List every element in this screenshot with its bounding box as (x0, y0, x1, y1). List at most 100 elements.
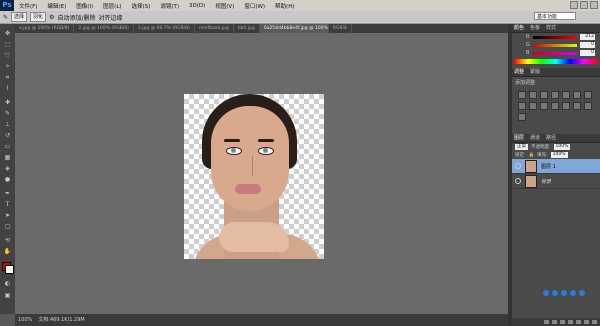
hue-saturation-icon[interactable] (573, 91, 581, 99)
gradient-map-icon[interactable] (584, 102, 592, 110)
visibility-eye-icon[interactable] (515, 163, 521, 169)
channel-mixer-icon[interactable] (540, 102, 548, 110)
exposure-icon[interactable] (551, 91, 559, 99)
layer-row-layer1[interactable]: 图层 1 (512, 159, 600, 174)
workspace-select[interactable]: 基本功能 (534, 12, 576, 20)
align-edges-checkbox[interactable]: 对齐边缘 (98, 13, 122, 22)
tab-document-2[interactable]: 2.jpg @ 100% (RGB/8) (74, 24, 134, 33)
menu-window[interactable]: 窗口(W) (239, 2, 270, 10)
healing-tool-icon[interactable]: ✚ (3, 99, 12, 106)
tab-channels[interactable]: 通道 (530, 134, 540, 142)
tab-document-7[interactable]: RGB/8 (329, 24, 352, 33)
slider-g-track[interactable] (533, 43, 577, 47)
visibility-eye-icon[interactable] (515, 178, 521, 184)
menu-help[interactable]: 帮助(H) (270, 2, 299, 10)
trash-icon[interactable] (592, 320, 597, 324)
eraser-tool-icon[interactable]: ▭ (3, 143, 12, 150)
gradient-tool-icon[interactable]: ▦ (3, 154, 12, 161)
stamp-tool-icon[interactable]: ⊥ (3, 121, 12, 128)
menu-filter[interactable]: 滤镜(T) (155, 2, 184, 10)
black-white-icon[interactable] (518, 102, 526, 110)
fill-field[interactable]: 100% (550, 152, 568, 158)
tab-swatches[interactable]: 色板 (530, 24, 540, 32)
menu-layer[interactable]: 图层(L) (98, 2, 126, 10)
menu-3d[interactable]: 3D(D) (184, 3, 210, 9)
levels-icon[interactable] (529, 91, 537, 99)
gear-icon[interactable]: ⚙ (49, 14, 54, 21)
adjustment-layer-icon[interactable] (568, 320, 573, 324)
opacity-field[interactable]: 100% (553, 144, 571, 150)
menu-file[interactable]: 文件(F) (14, 2, 42, 10)
path-select-tool-icon[interactable]: ➤ (3, 212, 12, 219)
color-balance-icon[interactable] (584, 91, 592, 99)
slider-g-value[interactable]: 0 (580, 42, 595, 48)
selective-color-icon[interactable] (518, 113, 526, 121)
screen-mode-icon[interactable]: ▣ (3, 292, 12, 299)
mask-icon[interactable] (560, 320, 565, 324)
tab-document-4[interactable]: mmfbaab.jpg (195, 24, 234, 33)
marquee-tool-icon[interactable]: ⬚ (3, 41, 12, 48)
slider-r-value[interactable]: 212 (580, 34, 595, 40)
tab-color[interactable]: 颜色 (514, 24, 524, 32)
color-spectrum-bar[interactable] (514, 59, 598, 64)
menu-edit[interactable]: 编辑(E) (42, 2, 71, 10)
document-image[interactable] (184, 94, 324, 259)
auto-add-delete-checkbox[interactable]: 自动添加/删除 (57, 13, 95, 22)
blend-mode-select[interactable]: 正常 (515, 144, 528, 150)
menu-image[interactable]: 图像(I) (71, 2, 98, 10)
tray-icon[interactable] (552, 290, 558, 296)
tray-icon[interactable] (570, 290, 576, 296)
crop-tool-icon[interactable]: ⌗ (3, 74, 12, 81)
slider-r-track[interactable] (533, 35, 577, 39)
vibrance-icon[interactable] (562, 91, 570, 99)
minimize-icon[interactable] (570, 1, 578, 9)
dodge-tool-icon[interactable]: ● (3, 176, 12, 183)
close-icon[interactable] (590, 1, 598, 9)
slider-b[interactable]: B 0 (512, 49, 600, 57)
link-layers-icon[interactable] (544, 320, 549, 324)
tab-adjustments[interactable]: 调整 (514, 68, 524, 76)
tray-icon[interactable] (543, 290, 549, 296)
lasso-tool-icon[interactable]: ➰ (3, 52, 12, 59)
brightness-icon[interactable] (518, 91, 526, 99)
tab-document-3[interactable]: 3.jpg @ 66.7% (RGB/8) (134, 24, 195, 33)
slider-g[interactable]: G 0 (512, 41, 600, 49)
mode-select[interactable]: 选择 (11, 12, 28, 22)
tab-document-5[interactable]: bb5.jpg (234, 24, 260, 33)
quick-mask-icon[interactable]: ◐ (3, 280, 12, 287)
menu-view[interactable]: 视图(V) (210, 2, 239, 10)
pen-tool-icon[interactable]: ✎ (3, 14, 8, 21)
slider-b-value[interactable]: 0 (580, 50, 595, 56)
threshold-icon[interactable] (573, 102, 581, 110)
brush-tool-icon[interactable]: ✎ (3, 110, 12, 117)
menu-select[interactable]: 选择(S) (127, 2, 156, 10)
move-tool-icon[interactable]: ✥ (3, 30, 12, 37)
curves-icon[interactable] (540, 91, 548, 99)
invert-icon[interactable] (551, 102, 559, 110)
fx-icon[interactable] (552, 320, 557, 324)
layer-row-background[interactable]: 背景 (512, 174, 600, 189)
3d-rotate-tool-icon[interactable]: ⟲ (3, 237, 12, 244)
tray-icon[interactable] (561, 290, 567, 296)
tray-icon[interactable] (579, 290, 585, 296)
blur-tool-icon[interactable]: ◈ (3, 165, 12, 172)
folder-icon[interactable] (576, 320, 581, 324)
history-brush-tool-icon[interactable]: ↺ (3, 132, 12, 139)
type-tool-icon[interactable]: T (3, 201, 12, 208)
lock-icon[interactable]: 🔒 (529, 153, 535, 158)
hand-tool-icon[interactable]: ✋ (3, 248, 12, 255)
tab-masks[interactable]: 蒙版 (530, 68, 540, 76)
tab-paths[interactable]: 路径 (546, 134, 556, 142)
tab-styles[interactable]: 样式 (546, 24, 556, 32)
posterize-icon[interactable] (562, 102, 570, 110)
feather-field[interactable]: 羽化 (30, 12, 47, 22)
tab-document-1[interactable]: a.jpg @ 100% (RGB/8) (15, 24, 75, 33)
new-layer-icon[interactable] (584, 320, 589, 324)
tab-layers[interactable]: 图层 (514, 134, 524, 142)
shape-tool-icon[interactable]: ▢ (3, 223, 12, 230)
slider-r[interactable]: R 212 (512, 33, 600, 41)
quick-select-tool-icon[interactable]: ✧ (3, 63, 12, 70)
slider-b-track[interactable] (533, 51, 577, 55)
maximize-icon[interactable] (580, 1, 588, 9)
pen-tool-icon[interactable]: ✒ (3, 190, 12, 197)
